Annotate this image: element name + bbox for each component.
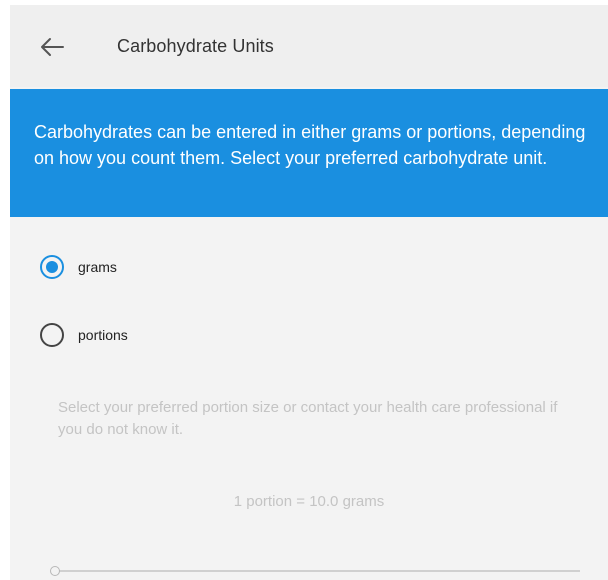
option-grams-label: grams [78, 259, 117, 275]
info-banner-text: Carbohydrates can be entered in either g… [34, 122, 586, 168]
option-portions-label: portions [78, 327, 128, 343]
portion-help-text: Select your preferred portion size or co… [58, 399, 558, 438]
portion-size-slider[interactable] [50, 563, 580, 579]
arrow-left-icon [41, 38, 64, 56]
page-title: Carbohydrate Units [117, 36, 274, 56]
portion-size-value: 1 portion = 10.0 grams [233, 493, 385, 510]
option-grams[interactable]: grams [40, 255, 117, 279]
screen: Carbohydrate Units Carbohydrates can be … [10, 5, 608, 580]
slider-thumb[interactable] [50, 566, 60, 576]
slider-track [56, 570, 580, 572]
back-button[interactable] [34, 31, 70, 63]
radio-selected-icon[interactable] [40, 255, 64, 279]
option-portions[interactable]: portions [40, 323, 128, 347]
radio-unselected-icon[interactable] [40, 323, 64, 347]
app-bar: Carbohydrate Units [10, 5, 608, 87]
